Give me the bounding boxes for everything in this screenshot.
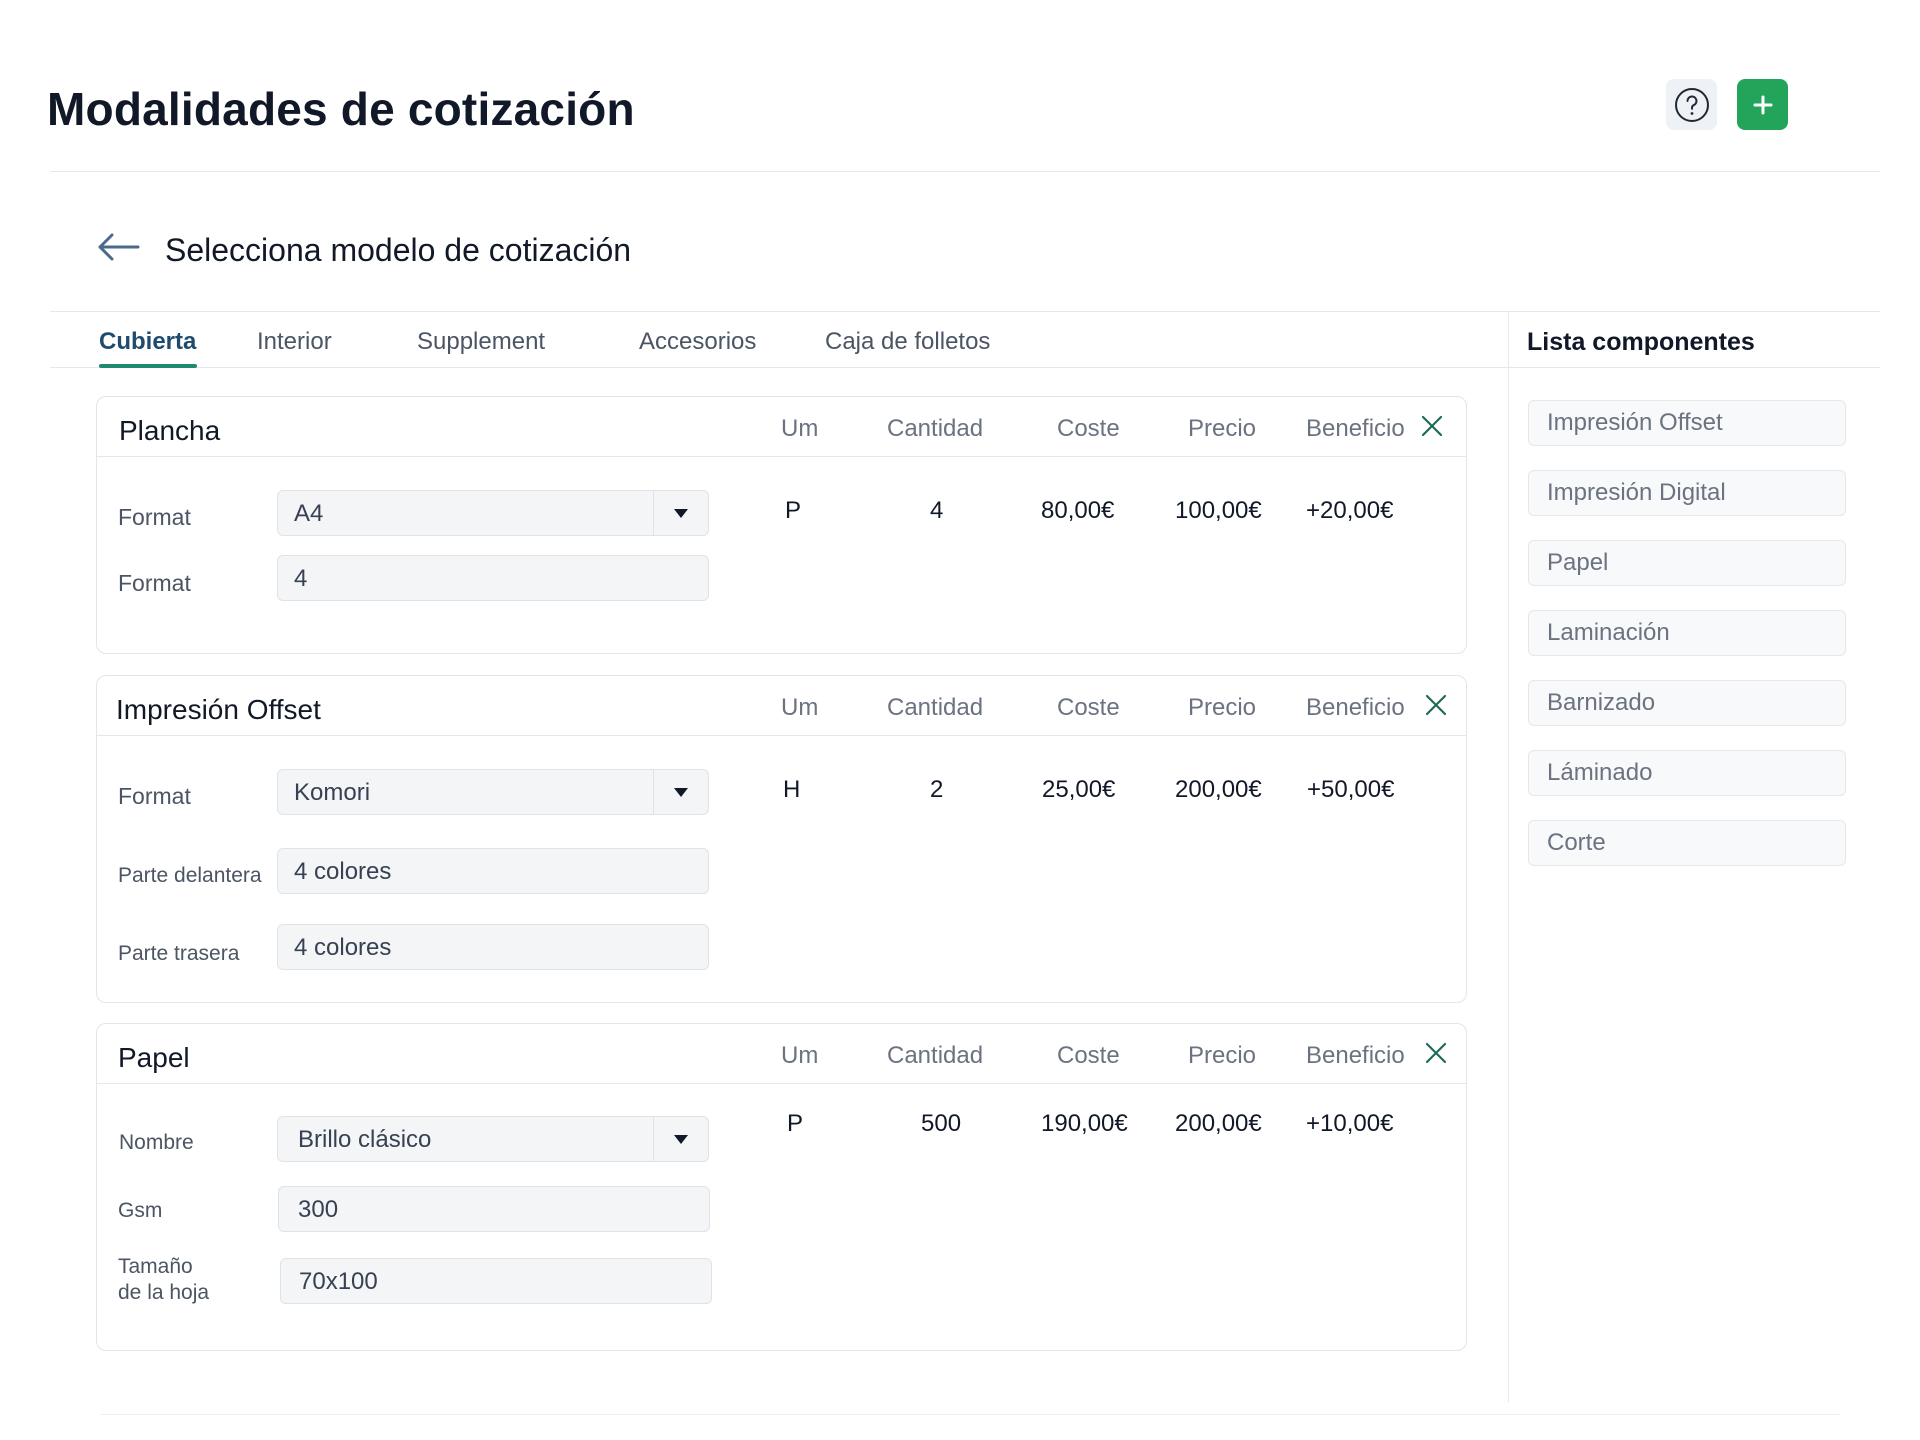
tab-accesorios[interactable]: Accesorios [639, 328, 756, 356]
component-item-impresion-offset[interactable]: Impresión Offset [1528, 400, 1846, 446]
select-divider [653, 491, 654, 535]
tabs-bar: Cubierta Interior Supplement Accesorios … [50, 312, 1508, 368]
sidebar-title: Lista componentes [1527, 328, 1755, 356]
column-header-cantidad: Cantidad [887, 415, 984, 442]
column-header-beneficio: Beneficio [1306, 1042, 1405, 1069]
column-header-beneficio: Beneficio [1306, 415, 1405, 442]
sidebar-divider [1508, 312, 1509, 1402]
close-icon[interactable] [1423, 692, 1449, 718]
value-coste: 25,00€ [1042, 776, 1116, 803]
tab-cubierta[interactable]: Cubierta [99, 328, 196, 356]
section-title: Selecciona modelo de cotización [165, 232, 632, 268]
select-value: Brillo clásico [298, 1126, 432, 1153]
component-item-papel[interactable]: Papel [1528, 540, 1846, 586]
format-select[interactable]: A4 [277, 490, 709, 536]
column-header-beneficio: Beneficio [1306, 694, 1405, 721]
column-header-um: Um [781, 1042, 819, 1069]
parte-delantera-input[interactable]: 4 colores [277, 848, 709, 894]
format-select[interactable]: Komori [277, 769, 709, 815]
field-label: Tamaño de la hoja [118, 1254, 209, 1306]
column-header-cantidad: Cantidad [887, 694, 984, 721]
card-title: Impresión Offset [116, 694, 321, 725]
component-item-laminacion[interactable]: Laminación [1528, 610, 1846, 656]
card-title: Papel [118, 1042, 190, 1073]
question-circle-icon [1674, 87, 1709, 122]
value-coste: 80,00€ [1041, 497, 1115, 524]
section-header: Selecciona modelo de cotización [50, 172, 1880, 312]
chevron-down-icon [674, 1135, 688, 1144]
column-header-um: Um [781, 694, 819, 721]
field-label-line: Tamaño [118, 1255, 193, 1278]
help-button[interactable] [1666, 79, 1717, 130]
card-header: Impresión Offset Um Cantidad Coste Preci… [97, 676, 1466, 736]
field-label: Parte delantera [118, 864, 262, 887]
component-item-laminado[interactable]: Láminado [1528, 750, 1846, 796]
column-header-precio: Precio [1188, 694, 1257, 721]
field-label-line: de la hoja [118, 1281, 210, 1304]
parte-trasera-input[interactable]: 4 colores [277, 924, 709, 970]
add-button[interactable] [1737, 79, 1788, 130]
value-beneficio: +10,00€ [1306, 1110, 1394, 1137]
component-card-papel: Papel Um Cantidad Coste Precio Beneficio… [96, 1023, 1467, 1351]
close-icon[interactable] [1423, 1040, 1449, 1066]
value-cantidad: 500 [921, 1110, 962, 1137]
value-um: P [785, 497, 802, 524]
field-label: Format [118, 570, 191, 596]
select-value: Komori [294, 779, 371, 806]
field-label: Nombre [119, 1131, 194, 1154]
component-card-plancha: Plancha Um Cantidad Coste Precio Benefic… [96, 396, 1467, 654]
column-header-precio: Precio [1188, 415, 1257, 442]
gsm-input[interactable]: 300 [278, 1186, 710, 1232]
value-precio: 200,00€ [1175, 1110, 1262, 1137]
component-item-impresion-digital[interactable]: Impresión Digital [1528, 470, 1846, 516]
column-header-cantidad: Cantidad [887, 1042, 984, 1069]
column-header-coste: Coste [1057, 415, 1120, 442]
active-tab-indicator [99, 364, 197, 368]
sidebar-header: Lista componentes [1508, 312, 1880, 368]
field-label: Format [118, 783, 191, 809]
value-beneficio: +20,00€ [1306, 497, 1394, 524]
select-divider [653, 1117, 654, 1161]
plus-icon [1753, 95, 1772, 114]
nombre-select[interactable]: Brillo clásico [277, 1116, 709, 1162]
value-coste: 190,00€ [1041, 1110, 1128, 1137]
value-precio: 100,00€ [1175, 497, 1262, 524]
arrow-left-icon[interactable] [96, 232, 140, 262]
card-header: Papel Um Cantidad Coste Precio Beneficio [97, 1024, 1466, 1084]
column-header-precio: Precio [1188, 1042, 1257, 1069]
card-header: Plancha Um Cantidad Coste Precio Benefic… [97, 397, 1466, 457]
chevron-down-icon [674, 509, 688, 518]
column-header-coste: Coste [1057, 694, 1120, 721]
value-um: P [787, 1110, 804, 1137]
tab-caja-de-folletos[interactable]: Caja de folletos [825, 328, 990, 356]
tamano-hoja-input[interactable]: 70x100 [280, 1258, 712, 1304]
select-divider [653, 770, 654, 814]
close-icon[interactable] [1419, 413, 1445, 439]
value-um: H [783, 776, 801, 803]
column-header-coste: Coste [1057, 1042, 1120, 1069]
value-precio: 200,00€ [1175, 776, 1262, 803]
footer-divider [100, 1414, 1840, 1415]
field-label: Gsm [118, 1199, 163, 1222]
format-input[interactable]: 4 [277, 555, 709, 601]
field-label: Format [118, 504, 191, 530]
component-item-barnizado[interactable]: Barnizado [1528, 680, 1846, 726]
value-cantidad: 2 [930, 776, 944, 803]
value-beneficio: +50,00€ [1307, 776, 1395, 803]
column-header-um: Um [781, 415, 819, 442]
component-item-corte[interactable]: Corte [1528, 820, 1846, 866]
tab-supplement[interactable]: Supplement [417, 328, 545, 356]
tab-interior[interactable]: Interior [257, 328, 332, 356]
component-card-impresion-offset: Impresión Offset Um Cantidad Coste Preci… [96, 675, 1467, 1003]
page-title: Modalidades de cotización [47, 83, 635, 135]
value-cantidad: 4 [930, 497, 944, 524]
card-title: Plancha [119, 415, 221, 446]
select-value: A4 [294, 500, 324, 527]
field-label: Parte trasera [118, 942, 240, 965]
chevron-down-icon [674, 788, 688, 797]
